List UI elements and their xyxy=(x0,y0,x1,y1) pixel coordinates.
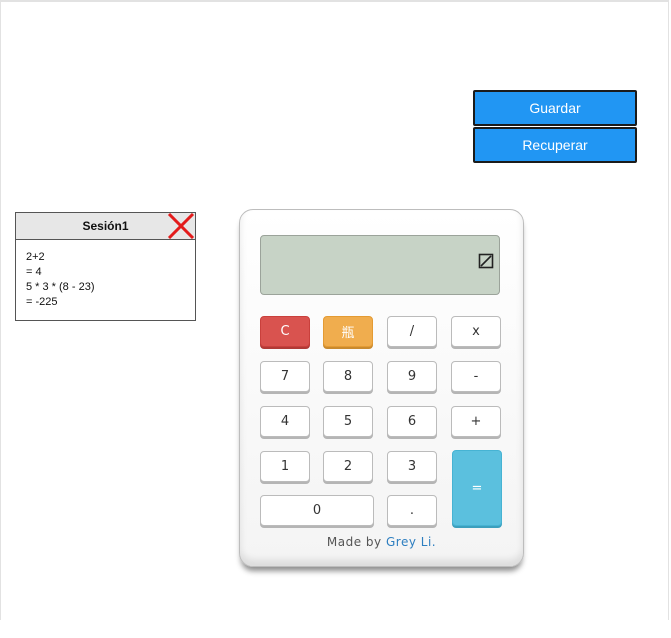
five-key[interactable]: 5 xyxy=(323,406,373,437)
four-key[interactable]: 4 xyxy=(260,406,310,437)
equals-key[interactable]: = xyxy=(452,450,502,526)
nine-key[interactable]: 9 xyxy=(387,361,437,392)
decimal-key[interactable]: . xyxy=(387,495,437,526)
eight-key[interactable]: 8 xyxy=(323,361,373,392)
session-panel: Sesión1 2+2 = 4 5 * 3 * (8 - 23) = -225 xyxy=(15,212,196,321)
credit-prefix: Made by xyxy=(326,535,382,549)
calculator: C 瓶 / x 7 8 9 - 4 5 6 + 1 2 3 = 0 . Made… xyxy=(239,209,524,567)
three-key[interactable]: 3 xyxy=(387,451,437,482)
zero-key[interactable]: 0 xyxy=(260,495,374,526)
minus-key[interactable]: - xyxy=(451,361,501,392)
one-key[interactable]: 1 xyxy=(260,451,310,482)
session-log: 2+2 = 4 5 * 3 * (8 - 23) = -225 xyxy=(16,240,195,320)
session-header: Sesión1 xyxy=(16,212,195,240)
author-link[interactable]: Grey Li. xyxy=(386,535,436,549)
calculator-display xyxy=(260,235,500,295)
session-line: 5 * 3 * (8 - 23) xyxy=(26,281,95,293)
session-title: Sesión1 xyxy=(82,219,129,233)
session-line: 2+2 xyxy=(26,251,45,263)
multiply-key[interactable]: x xyxy=(451,316,501,347)
two-key[interactable]: 2 xyxy=(323,451,373,482)
backspace-square-icon[interactable] xyxy=(478,253,494,269)
seven-key[interactable]: 7 xyxy=(260,361,310,392)
credit-line: Made by Grey Li. xyxy=(240,535,523,549)
orange-function-key[interactable]: 瓶 xyxy=(323,316,373,347)
clear-key[interactable]: C xyxy=(260,316,310,347)
session-line: = -225 xyxy=(26,296,58,308)
close-icon[interactable] xyxy=(167,212,195,240)
plus-key[interactable]: + xyxy=(451,406,501,437)
session-line: = 4 xyxy=(26,266,42,278)
six-key[interactable]: 6 xyxy=(387,406,437,437)
divide-key[interactable]: / xyxy=(387,316,437,347)
restore-button[interactable]: Recuperar xyxy=(473,127,637,163)
save-button[interactable]: Guardar xyxy=(473,90,637,126)
